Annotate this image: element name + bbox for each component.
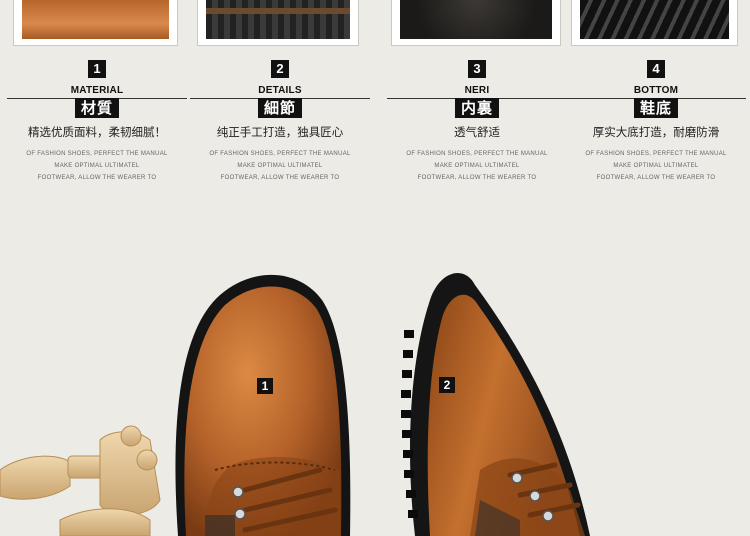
callout-marker: 1 bbox=[257, 378, 273, 394]
shoe-left bbox=[175, 274, 351, 536]
shoe-tree bbox=[0, 425, 161, 536]
shoe-illustration bbox=[0, 273, 590, 536]
shoe-right bbox=[401, 273, 590, 536]
callout-marker: 2 bbox=[439, 377, 455, 393]
